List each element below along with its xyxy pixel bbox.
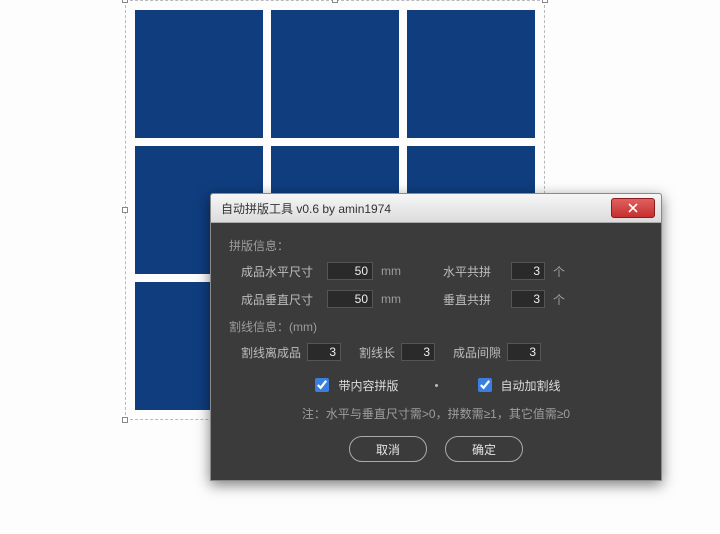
cancel-button-label: 取消: [376, 441, 400, 458]
v-size-label: 成品垂直尺寸: [241, 291, 319, 308]
h-size-label: 成品水平尺寸: [241, 263, 319, 280]
ok-button[interactable]: 确定: [445, 436, 523, 462]
selection-handle[interactable]: [122, 0, 128, 3]
cut-length-input[interactable]: [401, 343, 435, 361]
with-content-check-input[interactable]: [315, 378, 329, 392]
auto-cut-checkbox[interactable]: 自动加割线: [474, 375, 561, 395]
close-button[interactable]: [611, 198, 655, 218]
v-size-unit: mm: [381, 292, 405, 306]
v-size-input[interactable]: [327, 290, 373, 308]
v-count-input[interactable]: [511, 290, 545, 308]
selection-handle[interactable]: [332, 0, 338, 3]
auto-cut-check-input[interactable]: [478, 378, 492, 392]
h-count-input[interactable]: [511, 262, 545, 280]
auto-cut-label: 自动加割线: [501, 377, 561, 394]
with-content-checkbox[interactable]: 带内容拼版: [311, 375, 398, 395]
cancel-button[interactable]: 取消: [349, 436, 427, 462]
close-icon: [628, 203, 638, 213]
footer-note: 注：水平与垂直尺寸需>0，拼数需≥1，其它值需≥0: [229, 405, 643, 422]
window-title: 自动拼版工具 v0.6 by amin1974: [221, 200, 611, 217]
separator-dot: [435, 384, 438, 387]
v-count-label: 垂直共拼: [443, 291, 503, 308]
h-count-label: 水平共拼: [443, 263, 503, 280]
with-content-label: 带内容拼版: [338, 377, 398, 394]
grid-cell: [135, 10, 263, 138]
layout-section-label: 拼版信息：: [229, 237, 643, 254]
h-count-unit: 个: [553, 263, 577, 280]
selection-handle[interactable]: [542, 0, 548, 3]
cut-gap-label: 成品间隙: [453, 344, 501, 361]
v-count-unit: 个: [553, 291, 577, 308]
grid-cell: [407, 10, 535, 138]
cut-offset-label: 割线离成品: [241, 344, 301, 361]
cut-gap-input[interactable]: [507, 343, 541, 361]
h-size-unit: mm: [381, 264, 405, 278]
dialog-body: 拼版信息： 成品水平尺寸 mm 水平共拼 个 成品垂直尺寸 mm 垂直共拼 个 …: [211, 223, 661, 480]
selection-handle[interactable]: [122, 417, 128, 423]
cut-offset-input[interactable]: [307, 343, 341, 361]
imposition-dialog: 自动拼版工具 v0.6 by amin1974 拼版信息： 成品水平尺寸 mm …: [210, 193, 662, 481]
grid-cell: [271, 10, 399, 138]
selection-handle[interactable]: [122, 207, 128, 213]
h-size-input[interactable]: [327, 262, 373, 280]
titlebar[interactable]: 自动拼版工具 v0.6 by amin1974: [211, 194, 661, 223]
cut-length-label: 割线长: [359, 344, 395, 361]
cut-section-label: 割线信息：(mm): [229, 318, 643, 335]
ok-button-label: 确定: [472, 441, 496, 458]
